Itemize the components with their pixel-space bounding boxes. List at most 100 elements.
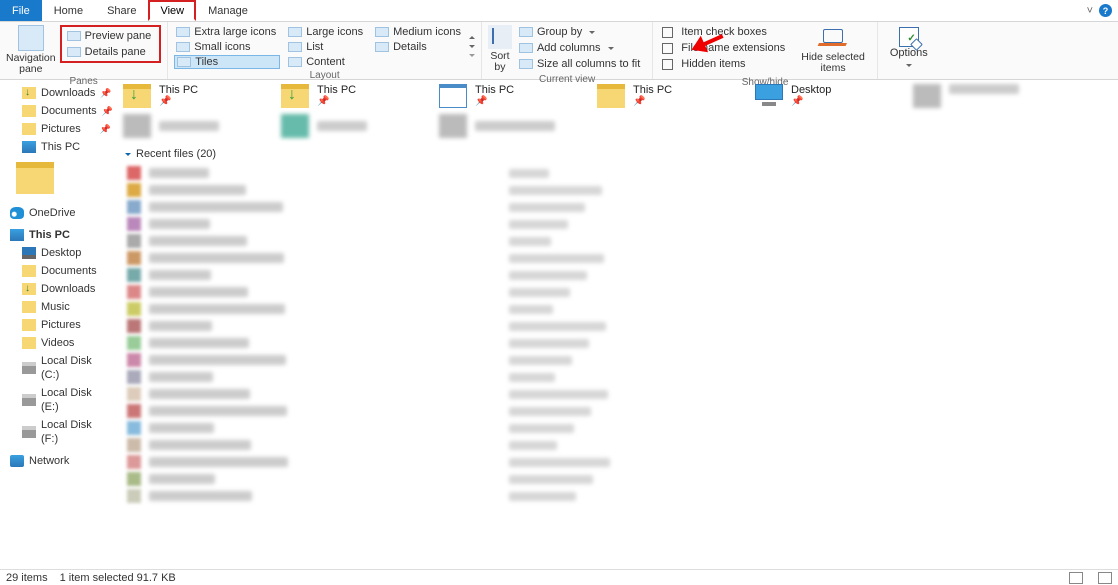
recent-file-row[interactable] — [127, 285, 1118, 299]
nav-documents-qa[interactable]: Documents📌 — [0, 102, 115, 120]
layout-scroll[interactable] — [469, 25, 475, 67]
blurred-path — [509, 271, 587, 280]
hide-selected-items-button[interactable]: Hide selected items — [795, 25, 871, 76]
file-type-icon — [127, 438, 141, 452]
recent-file-row[interactable] — [127, 183, 1118, 197]
tile-blurred[interactable] — [439, 114, 589, 138]
tab-share[interactable]: Share — [95, 0, 148, 21]
tab-view[interactable]: View — [148, 0, 196, 21]
add-columns-button[interactable]: Add columns — [516, 41, 646, 55]
pin-icon: 📌 — [102, 104, 113, 118]
chevron-down-icon — [125, 153, 131, 156]
nav-desktop[interactable]: Desktop — [0, 244, 115, 262]
preview-pane-button[interactable]: Preview pane — [64, 29, 158, 43]
tile-blurred[interactable] — [123, 114, 273, 138]
layout-small-icons[interactable]: Small icons — [174, 40, 280, 54]
options-icon: ✓ — [899, 27, 919, 47]
recent-file-row[interactable] — [127, 319, 1118, 333]
tile-thispc-4[interactable]: This PC📌 — [597, 84, 747, 108]
recent-file-row[interactable] — [127, 472, 1118, 486]
help-icon[interactable]: ? — [1099, 4, 1112, 17]
view-details-button[interactable] — [1069, 572, 1083, 584]
status-bar: 29 items 1 item selected 91.7 KB — [0, 569, 1118, 585]
nav-videos[interactable]: Videos — [0, 334, 115, 352]
recent-file-row[interactable] — [127, 217, 1118, 231]
tile-blurred[interactable] — [913, 84, 1063, 108]
sort-by-icon — [488, 25, 512, 49]
blurred-filename — [149, 270, 211, 280]
pin-icon: 📌 — [100, 86, 111, 100]
recent-file-row[interactable] — [127, 234, 1118, 248]
size-columns-button[interactable]: Size all columns to fit — [516, 57, 646, 71]
recent-file-row[interactable] — [127, 353, 1118, 367]
nav-documents[interactable]: Documents — [0, 262, 115, 280]
thispc-icon — [22, 141, 36, 153]
file-type-icon — [127, 472, 141, 486]
nav-pictures-qa[interactable]: Pictures📌 — [0, 120, 115, 138]
recent-file-row[interactable] — [127, 489, 1118, 503]
nav-local-c[interactable]: Local Disk (C:) — [0, 352, 115, 384]
nav-network[interactable]: Network — [0, 452, 115, 470]
nav-downloads[interactable]: Downloads📌 — [0, 84, 115, 102]
tile-desktop[interactable]: Desktop📌 — [755, 84, 905, 108]
layout-details[interactable]: Details — [373, 40, 465, 54]
view-large-icons-button[interactable] — [1098, 572, 1112, 584]
details-pane-icon — [67, 47, 81, 57]
recent-file-row[interactable] — [127, 370, 1118, 384]
group-by-button[interactable]: Group by — [516, 25, 646, 39]
frequent-folders-row: This PC📌 This PC📌 This PC📌 This PC📌 Desk… — [123, 84, 1118, 108]
tile-thispc-3[interactable]: This PC📌 — [439, 84, 589, 108]
nav-thispc[interactable]: This PC — [0, 226, 115, 244]
layout-medium-icons[interactable]: Medium icons — [373, 25, 465, 39]
tile-blurred[interactable] — [281, 114, 431, 138]
details-pane-button[interactable]: Details pane — [64, 45, 158, 59]
recent-file-row[interactable] — [127, 421, 1118, 435]
recent-file-row[interactable] — [127, 455, 1118, 469]
blurred-path — [509, 237, 551, 246]
blurred-filename — [149, 423, 214, 433]
recent-file-row[interactable] — [127, 302, 1118, 316]
nav-onedrive[interactable]: OneDrive — [0, 204, 115, 222]
tab-file[interactable]: File — [0, 0, 42, 21]
item-check-boxes-toggle[interactable]: Item check boxes — [659, 25, 791, 39]
status-selection: 1 item selected 91.7 KB — [60, 572, 176, 584]
sort-by-button[interactable]: Sort by — [488, 25, 512, 73]
layout-large-icons[interactable]: Large icons — [286, 25, 367, 39]
blurred-path — [509, 356, 572, 365]
tab-home[interactable]: Home — [42, 0, 95, 21]
layout-extra-large-icons[interactable]: Extra large icons — [174, 25, 280, 39]
recent-file-row[interactable] — [127, 200, 1118, 214]
nav-thispc-qa[interactable]: This PC — [0, 138, 115, 156]
nav-pictures[interactable]: Pictures — [0, 316, 115, 334]
hidden-items-toggle[interactable]: Hidden items — [659, 57, 791, 71]
layout-tiles[interactable]: Tiles — [174, 55, 280, 69]
nav-local-e[interactable]: Local Disk (E:) — [0, 384, 115, 416]
recent-file-row[interactable] — [127, 251, 1118, 265]
recent-file-row[interactable] — [127, 336, 1118, 350]
nav-local-f[interactable]: Local Disk (F:) — [0, 416, 115, 448]
tile-thispc-2[interactable]: This PC📌 — [281, 84, 431, 108]
recent-file-row[interactable] — [127, 404, 1118, 418]
content-area: This PC📌 This PC📌 This PC📌 This PC📌 Desk… — [115, 80, 1118, 569]
recent-files-header[interactable]: Recent files (20) — [125, 148, 1118, 160]
file-name-extensions-toggle[interactable]: File name extensions — [659, 41, 791, 55]
recent-file-row[interactable] — [127, 166, 1118, 180]
nav-downloads-pc[interactable]: Downloads — [0, 280, 115, 298]
recent-file-row[interactable] — [127, 268, 1118, 282]
blurred-path — [509, 492, 576, 501]
recent-file-row[interactable] — [127, 387, 1118, 401]
tile-thispc-downloads[interactable]: This PC📌 — [123, 84, 273, 108]
file-type-icon — [127, 370, 141, 384]
options-button[interactable]: ✓ Options — [884, 25, 934, 72]
extra-large-icon — [176, 27, 190, 37]
recent-file-row[interactable] — [127, 438, 1118, 452]
minimize-ribbon-icon[interactable]: ˅ — [1087, 5, 1093, 17]
navigation-pane-button[interactable]: Navigation pane — [6, 25, 56, 75]
blurred-path — [509, 458, 610, 467]
layout-content[interactable]: Content — [286, 55, 367, 69]
tab-manage[interactable]: Manage — [196, 0, 260, 21]
layout-list[interactable]: List — [286, 40, 367, 54]
blurred-filename — [149, 355, 286, 365]
nav-music[interactable]: Music — [0, 298, 115, 316]
list-icon — [288, 42, 302, 52]
